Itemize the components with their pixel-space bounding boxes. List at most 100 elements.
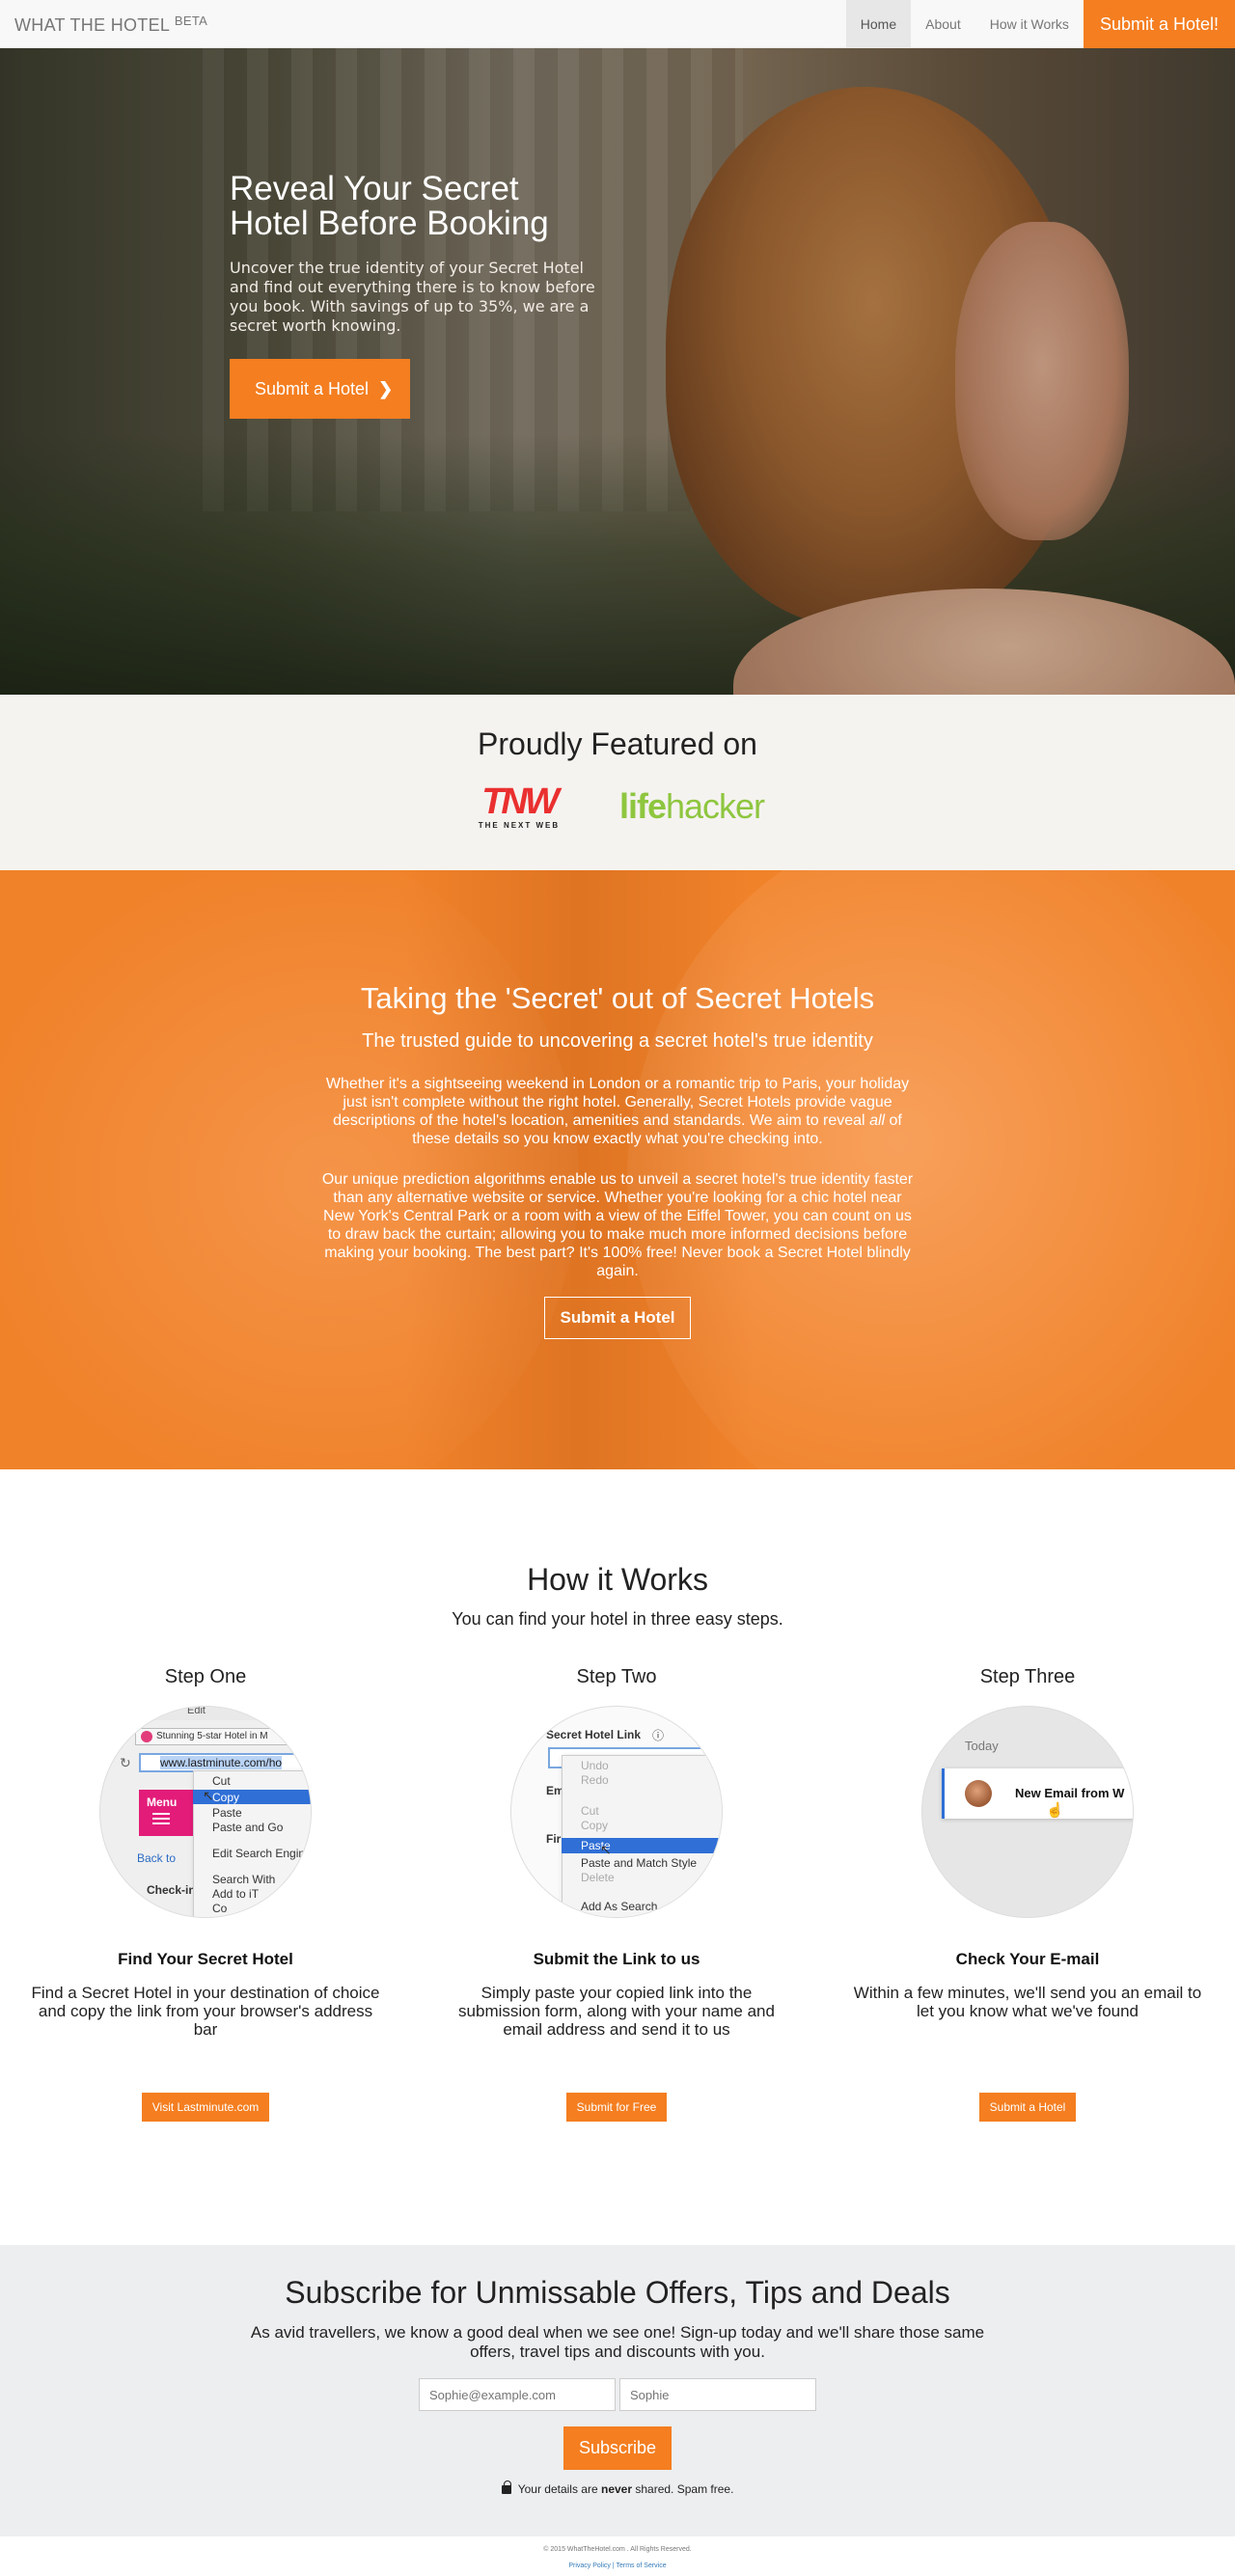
name-input[interactable] (619, 2378, 816, 2411)
brand-name: WHAT THE HOTEL (14, 15, 170, 35)
mock-menu-add-to: Add to iT (212, 1887, 260, 1901)
secret-section: Taking the 'Secret' out of Secret Hotels… (0, 870, 1235, 1469)
featured-section: Proudly Featured on TNW THE NEXT WEB lif… (0, 695, 1235, 870)
mock-menu-cut: Cut (212, 1774, 231, 1788)
privacy-note: Your details are never shared. Spam free… (0, 2480, 1235, 2496)
subscribe-button[interactable]: Subscribe (563, 2426, 672, 2470)
footer: © 2015 WhatTheHotel.com . All Rights Res… (0, 2536, 1235, 2576)
privacy-note-end: shared. Spam free. (635, 2482, 734, 2496)
mock-checkin: Check-in (147, 1883, 196, 1897)
mock-address-url: www.lastminute.com/ho (160, 1756, 283, 1769)
footer-copyright: © 2015 WhatTheHotel.com . All Rights Res… (543, 2546, 692, 2553)
hero-title-line1: Reveal Your Secret (230, 170, 519, 207)
privacy-note-emphasis: never (600, 2482, 633, 2496)
reload-icon: ↻ (120, 1755, 131, 1770)
nav-submit-hotel-button[interactable]: Submit a Hotel! (1083, 0, 1235, 48)
navbar: WHAT THE HOTEL BETA Home About How it Wo… (0, 0, 1235, 48)
tnw-logo-mark: TNW (481, 781, 560, 822)
hero-button-label: Submit a Hotel (255, 379, 370, 398)
chevron-right-icon: ❯ (378, 379, 394, 398)
email-input[interactable] (419, 2378, 616, 2411)
help-icon: ⓘ (652, 1729, 665, 1742)
lifehacker-logo[interactable]: lifehacker (618, 786, 765, 827)
step-two: Step Two Secret Hotel Link ⓘ Em Fir Undo… (411, 1666, 822, 2122)
mock-menu-delete: Delete (581, 1871, 615, 1884)
hero-section: Reveal Your Secret Hotel Before Booking … (0, 48, 1235, 695)
secret-content: Taking the 'Secret' out of Secret Hotels… (318, 870, 917, 1339)
nav-link-home[interactable]: Home (845, 0, 912, 48)
cursor-icon: ↖ (203, 1788, 214, 1803)
mock-menu-co: Co (212, 1902, 228, 1915)
step-three-name: Step Three (979, 1666, 1076, 1687)
featured-logos: TNW THE NEXT WEB lifehacker (0, 783, 1235, 830)
step-two-illustration: Secret Hotel Link ⓘ Em Fir Undo Redo Cut… (510, 1706, 723, 1918)
step-one-illustration: Edit Stunning 5-star Hotel in M ↻ www.la… (99, 1706, 312, 1918)
mock-menu-label: Menu (147, 1795, 178, 1809)
footer-links[interactable]: Privacy Policy | Terms of Service (0, 2562, 1235, 2569)
featured-title: Proudly Featured on (478, 726, 757, 761)
step-one-name: Step One (164, 1666, 247, 1687)
secret-paragraph-1-emphasis: all (869, 1112, 886, 1129)
hero-title: Reveal Your Secret Hotel Before Booking (230, 172, 606, 241)
step-three: Step Three Today New Email from W ☝ Chec… (822, 1666, 1233, 2122)
step-three-heading: Check Your E-mail (955, 1950, 1100, 1968)
mock-menu-paste-and-go: Paste and Go (212, 1821, 284, 1834)
step-three-illustration: Today New Email from W ☝ (921, 1706, 1134, 1918)
mock-menu-copy: Copy (212, 1791, 240, 1804)
step-three-text: Within a few minutes, we'll send you an … (853, 1984, 1202, 2020)
cursor-hand-icon: ☝ (1046, 1802, 1064, 1819)
secret-submit-hotel-button[interactable]: Submit a Hotel (544, 1297, 691, 1339)
secret-paragraph-2: Our unique prediction algorithms enable … (321, 1171, 914, 1279)
step-two-heading: Submit the Link to us (533, 1950, 700, 1968)
tnw-logo[interactable]: TNW THE NEXT WEB (471, 783, 567, 830)
hero-overlay (0, 48, 1235, 695)
mock-edit-menu: Edit (187, 1706, 206, 1716)
privacy-note-start: Your details are (517, 2482, 598, 2496)
brand-logo[interactable]: WHAT THE HOTEL BETA (14, 14, 207, 36)
mock-menu-copy: Copy (581, 1819, 609, 1832)
mock-menu-cut: Cut (581, 1804, 599, 1818)
mock-browser-tab: Stunning 5-star Hotel in M (156, 1731, 268, 1741)
steps: Step One Edit Stunning 5-star Hotel in M… (0, 1666, 1235, 2122)
step-submit-hotel-button[interactable]: Submit a Hotel (978, 2093, 1077, 2122)
hero-subtitle: Uncover the true identity of your Secret… (230, 259, 595, 335)
step-one-heading: Find Your Secret Hotel (118, 1950, 293, 1968)
subscribe-form (0, 2378, 1235, 2411)
subscribe-section: Subscribe for Unmissable Offers, Tips an… (0, 2245, 1235, 2536)
mock-first-name-field-label: Fir (546, 1832, 562, 1846)
step-one-text: Find a Secret Hotel in your destination … (31, 1984, 380, 2039)
how-title: How it Works (527, 1562, 708, 1597)
submit-for-free-button[interactable]: Submit for Free (565, 2093, 668, 2122)
how-subtitle: You can find your hotel in three easy st… (452, 1609, 783, 1629)
nav-link-about[interactable]: About (911, 0, 975, 48)
mock-new-email-notification: New Email from W (1015, 1786, 1125, 1800)
hero-title-line2: Hotel Before Booking (230, 205, 549, 242)
how-it-works-section: How it Works You can find your hotel in … (0, 1469, 1235, 2245)
mock-avatar (965, 1780, 992, 1807)
mock-menu-edit-search: Edit Search Engines (212, 1847, 312, 1860)
step-two-name: Step Two (576, 1666, 657, 1687)
mock-menu-add-search: Add As Search (581, 1900, 658, 1913)
step-one: Step One Edit Stunning 5-star Hotel in M… (0, 1666, 411, 2122)
mock-menu-redo: Redo (581, 1773, 609, 1787)
mock-back-link: Back to (137, 1851, 177, 1865)
nav-links: Home About How it Works Submit a Hotel! (845, 0, 1235, 48)
hero-submit-hotel-button[interactable]: Submit a Hotel ❯ (230, 359, 411, 419)
subscribe-title: Subscribe for Unmissable Offers, Tips an… (285, 2275, 950, 2310)
secret-title: Taking the 'Secret' out of Secret Hotels (360, 981, 875, 1015)
hero-content: Reveal Your Secret Hotel Before Booking … (230, 172, 606, 419)
visit-lastminute-button[interactable]: Visit Lastminute.com (141, 2093, 270, 2122)
cursor-icon: ↖ (600, 1842, 612, 1857)
secret-lead: The trusted guide to uncovering a secret… (362, 1030, 873, 1052)
mock-menu-undo: Undo (581, 1759, 609, 1772)
mock-secret-hotel-link-label: Secret Hotel Link (546, 1728, 642, 1741)
nav-link-how-it-works[interactable]: How it Works (975, 0, 1084, 48)
secret-paragraph-1-start: Whether it's a sightseeing weekend in Lo… (325, 1076, 910, 1129)
lock-icon (501, 2480, 511, 2494)
step-two-text: Simply paste your copied link into the s… (458, 1984, 775, 2039)
mock-menu-paste-match: Paste and Match Style (581, 1856, 698, 1870)
mock-today-label: Today (965, 1739, 999, 1753)
mock-menu-paste: Paste (212, 1806, 242, 1820)
lifehacker-logo-part1: life (618, 786, 667, 826)
lifehacker-logo-part2: hacker (665, 786, 765, 826)
